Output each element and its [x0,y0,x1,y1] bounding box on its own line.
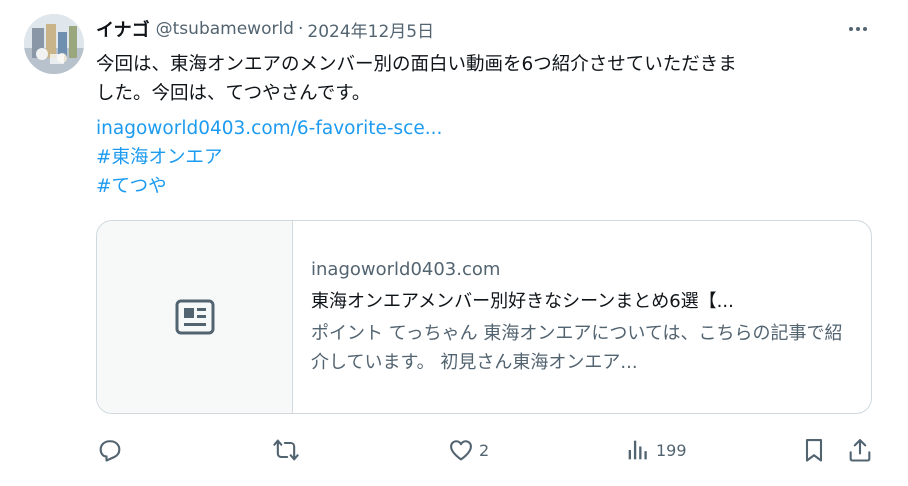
avatar[interactable] [24,14,84,74]
article-icon [175,299,214,335]
tweet-text: 今回は、東海オンエアのメンバー別の面白い動画を6つ紹介させていただきま した。今… [96,50,886,108]
card-thumbnail [97,221,293,413]
share-icon [849,439,871,462]
bookmark-icon [805,439,823,462]
card-title: 東海オンエアメンバー別好きなシーンまとめ6選【... [311,291,734,312]
tweet-date[interactable]: 2024年12月5日 [307,17,434,42]
tweet-actions-bar: 2 199 [96,432,876,468]
bookmark-button[interactable] [800,432,828,468]
like-count: 2 [479,440,490,460]
retweet-button[interactable] [272,432,304,468]
reply-button[interactable] [96,432,128,468]
author-display-name[interactable]: イナゴ [96,16,150,42]
more-options-button[interactable] [840,18,876,40]
views-count: 199 [656,440,687,460]
tweet-header: イナゴ @tsubameworld · 2024年12月5日 [96,16,434,42]
card-description: ポイント てっちゃん 東海オンエアについては、こちらの記事で紹介しています。 初… [311,323,843,373]
retweet-icon [273,439,299,461]
card-text: inagoworld0403.com 東海オンエアメンバー別好きなシーンまとめ6… [311,257,857,377]
tweet[interactable]: イナゴ @tsubameworld · 2024年12月5日 今回は、東海オンエ… [0,0,908,486]
tweet-text-line: した。今回は、てつやさんです。 [96,83,371,104]
more-dots-icon [848,27,869,31]
author-handle[interactable]: @tsubameworld [156,19,294,39]
like-icon [450,440,472,461]
views-button[interactable]: 199 [624,432,687,468]
views-icon [628,440,647,460]
hashtag-link[interactable]: #てつや [96,172,167,201]
tweet-text-line: 今回は、東海オンエアのメンバー別の面白い動画を6つ紹介させていただきま [96,54,737,75]
link-preview-card[interactable]: inagoworld0403.com 東海オンエアメンバー別好きなシーンまとめ6… [96,220,872,414]
like-button[interactable]: 2 [447,432,489,468]
separator-dot: · [297,19,304,39]
share-button[interactable] [846,432,874,468]
tweet-url-link[interactable]: inagoworld0403.com/6-favorite-sce... [96,114,442,143]
hashtag-link[interactable]: #東海オンエア [96,143,223,172]
avatar-image [24,14,84,74]
card-domain: inagoworld0403.com [311,259,501,280]
reply-icon [99,440,121,462]
tweet-links: inagoworld0403.com/6-favorite-sce... #東海… [96,114,442,201]
